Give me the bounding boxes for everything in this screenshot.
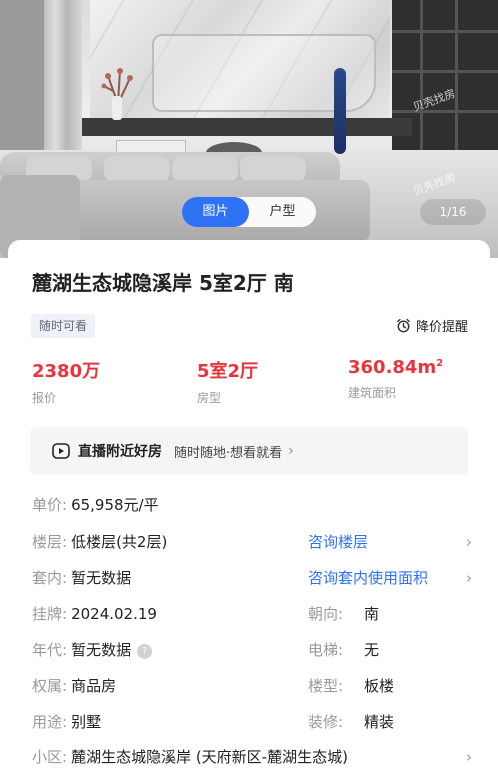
live-subtitle: 随时随地·想看就看 [174, 445, 283, 461]
kpi-layout: 5室2厅 房型 [197, 357, 258, 406]
listing-title: 麓湖生态城隐溪岸 5室2厅 南 [32, 271, 294, 295]
kpi-area-value: 360.84m2 [348, 357, 444, 378]
cushion [240, 156, 306, 182]
detail-key: 电梯: [308, 641, 344, 659]
detail-key: 挂牌: [32, 605, 68, 623]
live-banner[interactable]: 直播附近好房 随时随地·想看就看 › [30, 427, 468, 475]
detail-row-year: 年代: 暂无数据? 电梯: 无 [32, 638, 472, 662]
detail-key: 用途: [32, 713, 68, 731]
shelf-board [392, 30, 498, 33]
detail-key: 年代: [32, 641, 68, 659]
detail-key: 朝向: [308, 605, 344, 623]
detail-key: 权属: [32, 677, 68, 695]
kpi-area-label: 建筑面积 [348, 386, 397, 400]
detail-value: 65,958元/平 [71, 496, 159, 514]
price-alert-button[interactable]: 降价提醒 [396, 316, 468, 335]
tower-fan [334, 68, 346, 154]
live-video-icon [52, 443, 70, 459]
detail-value: 别墅 [71, 713, 102, 731]
alarm-clock-icon [397, 318, 410, 333]
detail-row-floor[interactable]: 楼层: 低楼层(共2层) 咨询楼层 › [32, 530, 472, 554]
detail-value: 板楼 [364, 677, 395, 695]
area-unit-exponent: 2 [436, 358, 444, 369]
curtain [44, 0, 82, 170]
detail-key: 楼层: [32, 533, 68, 551]
media-toggle: 图片 户型 [182, 197, 316, 227]
vase [112, 96, 122, 120]
kpi-area: 360.84m2 建筑面积 [348, 357, 443, 401]
detail-value: 低楼层(共2层) [71, 533, 168, 551]
live-title: 直播附近好房 [78, 444, 162, 460]
photo-counter: 1/16 [420, 199, 486, 225]
detail-value: 商品房 [71, 677, 117, 695]
cushion [172, 156, 238, 182]
kpi-price: 2380万 报价 [32, 357, 100, 406]
detail-key: 小区: [32, 748, 68, 766]
detail-key: 楼型: [308, 677, 344, 695]
detail-row-usage: 用途: 别墅 装修: 精装 [32, 710, 472, 734]
chevron-right-icon: › [466, 569, 472, 587]
detail-key: 套内: [32, 569, 68, 587]
detail-value: 暂无数据 [71, 641, 132, 659]
detail-value: 无 [364, 641, 380, 659]
chevron-right-icon: › [466, 748, 472, 766]
detail-row-inner-area[interactable]: 套内: 暂无数据 咨询套内使用面积 › [32, 566, 472, 590]
help-icon[interactable]: ? [137, 644, 153, 659]
tab-floorplan[interactable]: 户型 [249, 197, 316, 227]
consult-floor-link[interactable]: 咨询楼层 [308, 530, 368, 554]
window [0, 0, 46, 175]
price-alert-label: 降价提醒 [415, 320, 468, 335]
detail-value: 精装 [364, 713, 395, 731]
detail-value: 暂无数据 [71, 569, 132, 587]
detail-value: 2024.02.19 [71, 605, 157, 623]
detail-value: 南 [364, 605, 380, 623]
chevron-right-icon: › [466, 533, 472, 551]
kpi-price-label: 报价 [32, 391, 57, 405]
chevron-right-icon: › [288, 443, 294, 459]
kpi-layout-label: 房型 [197, 391, 222, 405]
detail-row-unit-price: 单价: 65,958元/平 [32, 493, 472, 517]
kpi-price-value: 2380万 [32, 361, 101, 382]
consult-inner-area-link[interactable]: 咨询套内使用面积 [308, 566, 428, 590]
status-badge: 随时可看 [31, 314, 96, 338]
listing-photo[interactable]: 贝壳找房 贝壳找房 图片 户型 1/16 [0, 0, 498, 258]
shelf-board [392, 110, 498, 113]
listing-card: 麓湖生态城隐溪岸 5室2厅 南 随时可看 降价提醒 2380万 报价 5室2厅 … [8, 240, 490, 776]
tab-photos[interactable]: 图片 [182, 197, 249, 227]
tv-cabinet [82, 118, 412, 136]
detail-key: 装修: [308, 713, 344, 731]
kpi-layout-value: 5室2厅 [197, 361, 259, 382]
detail-value: 麓湖生态城隐溪岸 (天府新区-麓湖生态城) [71, 748, 348, 766]
detail-key: 单价: [32, 496, 68, 514]
shelf-board [392, 70, 498, 73]
detail-row-community[interactable]: 小区: 麓湖生态城隐溪岸 (天府新区-麓湖生态城) › [32, 745, 472, 769]
detail-row-listed: 挂牌: 2024.02.19 朝向: 南 [32, 602, 472, 626]
cushion [104, 156, 170, 182]
detail-row-ownership: 权属: 商品房 楼型: 板楼 [32, 674, 472, 698]
